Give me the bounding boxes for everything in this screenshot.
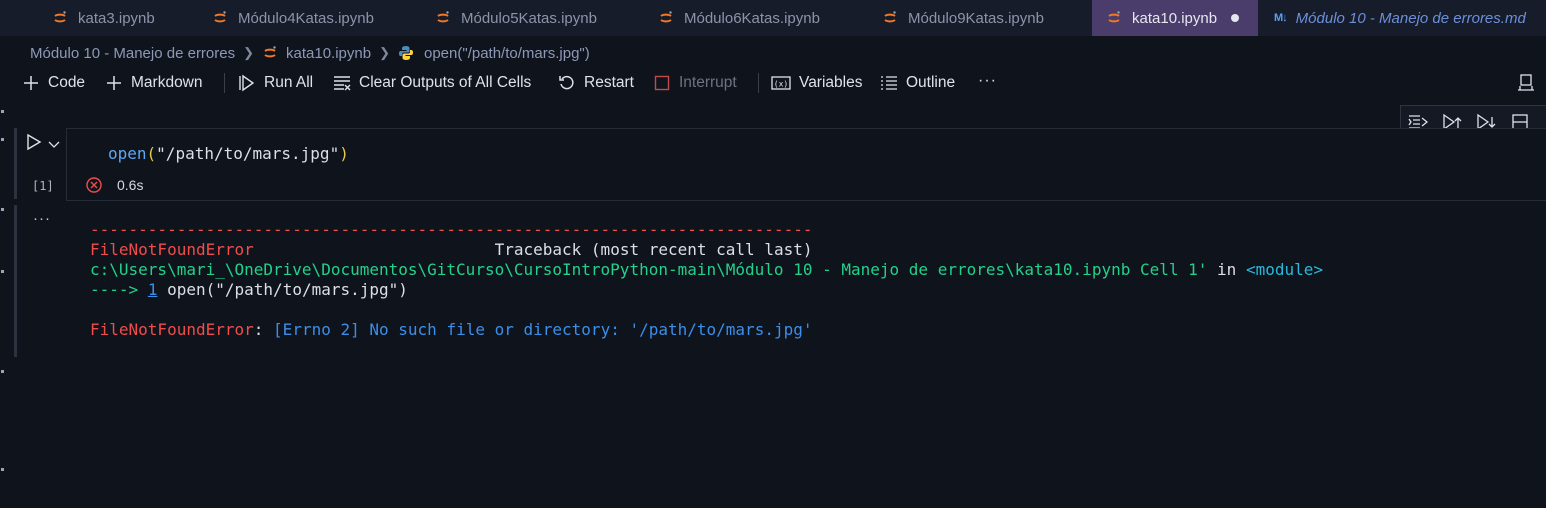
tab-modulo6katas[interactable]: Módulo6Katas.ipynb — [658, 0, 820, 36]
tab-label: kata10.ipynb — [1132, 9, 1218, 27]
restart-icon — [558, 74, 576, 92]
breadcrumb: Módulo 10 - Manejo de errores ❯ kata10.i… — [30, 42, 590, 64]
clear-outputs-button[interactable]: Clear Outputs of All Cells — [333, 68, 531, 98]
code-function: open — [108, 144, 147, 163]
run-all-label: Run All — [264, 74, 314, 91]
add-markdown-button[interactable]: Markdown — [105, 68, 203, 98]
breadcrumb-folder[interactable]: Módulo 10 - Manejo de errores — [30, 45, 235, 62]
interrupt-label: Interrupt — [679, 74, 737, 91]
run-all-button[interactable]: Run All — [238, 68, 313, 98]
toolbar-divider — [224, 73, 225, 93]
final-error-type: FileNotFoundError — [90, 320, 254, 339]
run-cell-button[interactable] — [26, 133, 42, 155]
traceback-module: <module> — [1245, 260, 1324, 279]
traceback-in: in — [1217, 260, 1237, 279]
traceback-line-link[interactable]: 1 — [148, 280, 158, 299]
interrupt-button[interactable]: Interrupt — [653, 68, 737, 98]
final-error-colon: : — [253, 320, 264, 339]
error-icon — [85, 176, 103, 198]
execution-duration: 0.6s — [117, 177, 144, 193]
traceback-path[interactable]: c:\Users\mari_\OneDrive\Documentos\GitCu… — [90, 260, 1207, 279]
tab-kata3[interactable]: kata3.ipynb — [52, 0, 155, 36]
variables-icon: (x) — [771, 74, 791, 92]
tab-label: Módulo6Katas.ipynb — [684, 9, 820, 27]
traceback-code: open("/path/to/mars.jpg") — [167, 280, 408, 299]
output-focus-bar — [14, 205, 17, 357]
kernel-icon[interactable] — [1516, 73, 1536, 97]
jupyter-icon — [54, 11, 66, 23]
traceback-header: Traceback (most recent call last) — [494, 240, 813, 259]
traceback-arrow: ----> — [90, 280, 139, 299]
restart-button[interactable]: Restart — [558, 68, 634, 98]
code-cell-editor[interactable] — [66, 128, 1546, 201]
tab-modulo5katas[interactable]: Módulo5Katas.ipynb — [435, 0, 597, 36]
python-icon — [399, 46, 413, 60]
editor-tab-bar: kata3.ipynb Módulo4Katas.ipynb Módulo5Ka… — [0, 0, 1546, 36]
jupyter-icon — [1108, 11, 1120, 23]
play-icon — [27, 133, 42, 151]
execution-count: [1] — [32, 179, 54, 193]
jupyter-icon — [214, 11, 226, 23]
tab-kata10[interactable]: kata10.ipynb — [1092, 0, 1258, 36]
jupyter-icon — [660, 11, 672, 23]
unsaved-dot-icon[interactable] — [1231, 14, 1240, 22]
breadcrumb-symbol[interactable]: open("/path/to/mars.jpg") — [424, 45, 590, 62]
tab-label: Módulo4Katas.ipynb — [238, 9, 374, 27]
output-more-button[interactable]: ··· — [33, 210, 51, 227]
tab-modulo10-md[interactable]: M↓ Módulo 10 - Manejo de errores.md — [1274, 0, 1526, 36]
plus-icon — [22, 74, 40, 92]
run-all-icon — [238, 74, 256, 92]
jupyter-icon — [264, 46, 276, 58]
add-code-button[interactable]: Code — [22, 68, 85, 98]
code-paren: ) — [339, 144, 349, 163]
outline-label: Outline — [906, 74, 956, 91]
jupyter-icon — [884, 11, 896, 23]
chevron-right-icon: ❯ — [243, 45, 255, 60]
more-icon: ··· — [978, 72, 997, 89]
variables-label: Variables — [799, 74, 863, 91]
more-actions-button[interactable]: ··· — [978, 66, 997, 96]
jupyter-icon — [437, 11, 449, 23]
markdown-icon: M↓ — [1274, 12, 1288, 24]
cell-code[interactable]: open("/path/to/mars.jpg") — [108, 144, 349, 163]
chevron-right-icon: ❯ — [379, 45, 390, 60]
tab-modulo4katas[interactable]: Módulo4Katas.ipynb — [212, 0, 374, 36]
breadcrumb-file[interactable]: kata10.ipynb — [286, 45, 371, 62]
clear-outputs-label: Clear Outputs of All Cells — [359, 74, 532, 91]
cell-output: ----------------------------------------… — [90, 220, 1323, 340]
traceback-divider: ----------------------------------------… — [90, 220, 813, 239]
chevron-down-icon — [48, 141, 60, 148]
plus-icon — [105, 74, 123, 92]
add-markdown-label: Markdown — [131, 74, 203, 91]
code-paren: ( — [146, 144, 157, 163]
restart-label: Restart — [584, 74, 634, 91]
error-type: FileNotFoundError — [90, 240, 254, 259]
tab-label: Módulo5Katas.ipynb — [461, 9, 597, 27]
run-options-dropdown[interactable] — [48, 137, 60, 154]
code-string: "/path/to/mars.jpg" — [156, 144, 340, 163]
tab-label: kata3.ipynb — [78, 9, 155, 27]
activity-edge — [0, 92, 6, 508]
clear-all-icon — [333, 74, 351, 92]
toolbar-divider — [758, 73, 759, 93]
outline-button[interactable]: Outline — [880, 68, 955, 98]
add-code-label: Code — [48, 74, 86, 91]
tab-label: Módulo 10 - Manejo de errores.md — [1295, 9, 1526, 27]
final-error-message: [Errno 2] No such file or directory: '/p… — [273, 320, 813, 339]
svg-text:(x): (x) — [774, 80, 788, 89]
stop-icon — [653, 74, 671, 92]
cell-focus-bar — [14, 128, 17, 199]
tab-modulo9katas[interactable]: Módulo9Katas.ipynb — [882, 0, 1044, 36]
variables-button[interactable]: (x) Variables — [771, 68, 862, 98]
tab-label: Módulo9Katas.ipynb — [908, 9, 1044, 27]
outline-icon — [880, 74, 898, 92]
